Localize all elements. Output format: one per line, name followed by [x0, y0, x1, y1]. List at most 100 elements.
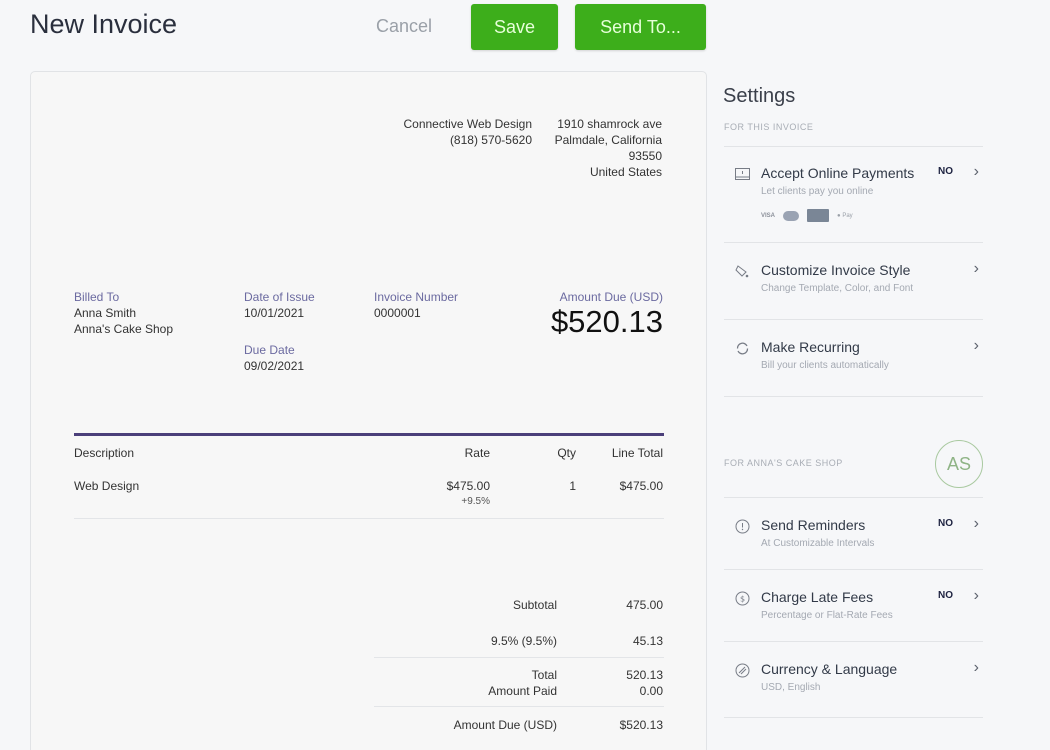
mastercard-icon [783, 210, 800, 221]
setting-currency-language[interactable]: Currency & Language › USD, English [724, 659, 983, 701]
setting-customize-invoice-style[interactable]: Customize Invoice Style › Change Templat… [724, 260, 983, 302]
status-badge: NO [938, 166, 953, 177]
due-date-label: Due Date [244, 343, 295, 357]
setting-name: Accept Online Payments [761, 165, 915, 181]
settings-divider [724, 319, 983, 320]
amount-paid-label: Amount Paid [488, 684, 557, 698]
address-line2: Palmdale, California [554, 133, 662, 147]
line-item-description[interactable]: Web Design [74, 478, 139, 494]
dollar-coin-icon: $ [734, 590, 750, 606]
due-date[interactable]: Due Date 09/02/2021 [244, 342, 304, 374]
chevron-right-icon: › [973, 659, 979, 676]
line-item-tax: +9.5% [461, 496, 490, 507]
amount-due-label: Amount Due (USD) [559, 290, 663, 304]
business-address[interactable]: 1910 shamrock ave Palmdale, California 9… [555, 116, 662, 180]
billed-to-label: Billed To [74, 290, 120, 304]
due-divider [374, 706, 664, 707]
date-of-issue[interactable]: Date of Issue 10/01/2021 [244, 289, 315, 321]
line-item-rate-value: $475.00 [446, 479, 490, 493]
send-to-button[interactable]: Send To... [575, 4, 706, 50]
alert-clock-icon [734, 518, 750, 534]
tax-value: 45.13 [632, 634, 663, 648]
col-description: Description [74, 446, 135, 460]
address-line1: 1910 shamrock ave [557, 117, 662, 131]
settings-title: Settings [723, 85, 796, 107]
line-item-rate[interactable]: $475.00 +9.5% [447, 478, 490, 510]
invoice-document: Connective Web Design (818) 570-5620 191… [30, 71, 707, 750]
setting-name: Send Reminders [761, 517, 866, 533]
business-phone: (818) 570-5620 [449, 133, 532, 147]
chevron-right-icon: › [973, 587, 979, 604]
client-company: Anna's Cake Shop [74, 322, 174, 336]
setting-description: Bill your clients automatically [761, 360, 889, 371]
invoice-number[interactable]: Invoice Number 0000001 [374, 289, 458, 321]
setting-charge-late-fees[interactable]: $ Charge Late Fees NO › Percentage or Fl… [724, 587, 983, 629]
amount-due-header: Amount Due (USD) $520.13 [551, 289, 663, 339]
settings-divider [724, 242, 983, 243]
chevron-right-icon: › [973, 515, 979, 532]
setting-name: Make Recurring [761, 339, 860, 355]
payment-methods: VISA ● Pay [761, 209, 853, 222]
setting-description: Let clients pay you online [761, 186, 874, 197]
globe-icon [734, 662, 750, 678]
payment-terminal-icon [734, 166, 750, 182]
col-qty: Qty [557, 446, 576, 460]
setting-description: Percentage or Flat-Rate Fees [761, 610, 893, 621]
total-value: 520.13 [626, 668, 663, 682]
business-name: Connective Web Design [403, 117, 532, 131]
settings-divider [724, 497, 983, 498]
status-badge: NO [938, 518, 953, 529]
line-item-qty[interactable]: 1 [569, 478, 576, 494]
invoice-section-label: FOR THIS INVOICE [724, 122, 814, 132]
amount-due-footer-label: Amount Due (USD) [453, 718, 557, 732]
setting-make-recurring[interactable]: Make Recurring › Bill your clients autom… [724, 337, 983, 379]
totals-divider [374, 657, 664, 658]
date-of-issue-value: 10/01/2021 [244, 306, 305, 320]
pay-icon: ● Pay [837, 212, 853, 219]
amount-due-value: $520.13 [550, 304, 663, 339]
billed-to[interactable]: Billed To Anna Smith Anna's Cake Shop [74, 289, 173, 337]
invoice-number-label: Invoice Number [374, 290, 459, 304]
address-country: United States [589, 165, 662, 179]
chevron-right-icon: › [973, 163, 979, 180]
setting-description: USD, English [761, 682, 821, 693]
line-item-total: $475.00 [619, 479, 663, 493]
col-rate: Rate [464, 446, 490, 460]
address-zip: 93550 [628, 149, 662, 163]
paint-bucket-icon [734, 263, 750, 279]
chevron-right-icon: › [973, 337, 979, 354]
row-divider [74, 518, 664, 519]
settings-divider [724, 641, 983, 642]
tax-label: 9.5% (9.5%) [490, 634, 557, 648]
due-date-value: 09/02/2021 [244, 359, 305, 373]
date-of-issue-label: Date of Issue [244, 290, 315, 304]
settings-divider [724, 717, 983, 718]
chevron-right-icon: › [973, 260, 979, 277]
refresh-icon [734, 340, 750, 356]
client-name: Anna Smith [74, 306, 137, 320]
total-label: Total [531, 668, 557, 682]
save-button[interactable]: Save [471, 4, 558, 50]
setting-send-reminders[interactable]: Send Reminders NO › At Customizable Inte… [724, 515, 983, 557]
client-avatar[interactable]: AS [935, 440, 983, 488]
setting-description: Change Template, Color, and Font [761, 283, 914, 294]
setting-name: Customize Invoice Style [761, 262, 911, 278]
settings-divider [724, 146, 983, 147]
setting-description: At Customizable Intervals [761, 538, 875, 549]
setting-name: Currency & Language [761, 661, 898, 677]
amex-icon [807, 209, 830, 222]
settings-divider [724, 569, 983, 570]
cancel-button[interactable]: Cancel [376, 16, 432, 37]
visa-icon: VISA [761, 212, 776, 219]
business-info[interactable]: Connective Web Design (818) 570-5620 [403, 116, 532, 148]
settings-divider [724, 396, 983, 397]
amount-paid-value: 0.00 [639, 684, 663, 698]
svg-text:$: $ [739, 594, 744, 603]
subtotal-value: 475.00 [626, 598, 663, 612]
client-section-label: FOR ANNA'S CAKE SHOP [724, 458, 843, 468]
page-title: New Invoice [30, 9, 178, 39]
invoice-number-value: 0000001 [374, 306, 421, 320]
setting-name: Charge Late Fees [761, 589, 874, 605]
status-badge: NO [938, 590, 953, 601]
col-line-total: Line Total [611, 446, 663, 460]
